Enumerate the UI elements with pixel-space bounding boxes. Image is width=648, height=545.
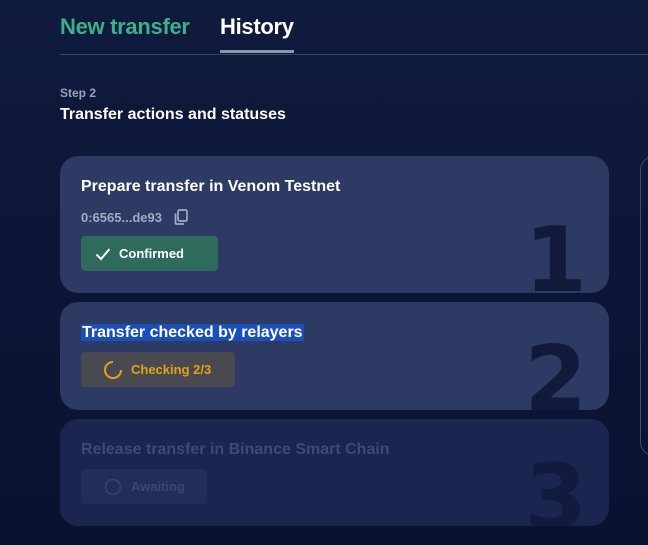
transaction-address[interactable]: 0:6565...de93 <box>81 210 162 225</box>
card-title: Transfer checked by relayers <box>81 324 304 342</box>
status-text: Awaiting <box>131 479 185 494</box>
step-number: 2 <box>524 327 587 411</box>
check-icon <box>95 247 111 260</box>
selected-text: Transfer checked by relayers <box>81 324 304 341</box>
step-label: Step 2 <box>60 86 97 100</box>
status-text: Checking 2/3 <box>131 362 212 377</box>
section-title: Transfer actions and statuses <box>60 106 286 123</box>
status-text: Confirmed <box>119 246 184 261</box>
page: New transfer History Step 2 Transfer act… <box>0 0 648 545</box>
tab-new-transfer[interactable]: New transfer <box>60 14 190 40</box>
status-badge-awaiting: Awaiting <box>81 469 207 504</box>
transfer-step-card-3: Release transfer in Binance Smart Chain … <box>60 419 609 526</box>
spinner-icon <box>104 360 122 379</box>
card-title: Release transfer in Binance Smart Chain <box>81 441 390 458</box>
status-badge-checking: Checking 2/3 <box>81 352 235 387</box>
address-row: 0:6565...de93 <box>81 208 190 226</box>
spinner-icon <box>104 478 122 495</box>
status-badge-confirmed: Confirmed <box>81 236 218 271</box>
tab-bar: New transfer History <box>60 0 648 55</box>
copy-icon[interactable] <box>172 208 190 226</box>
tab-history[interactable]: History <box>220 14 294 40</box>
step-number: 3 <box>524 445 587 527</box>
step-number: 1 <box>524 208 587 294</box>
side-panel <box>640 156 648 456</box>
transfer-step-card-1: Prepare transfer in Venom Testnet 0:6565… <box>60 156 609 293</box>
transfer-step-card-2: Transfer checked by relayers Checking 2/… <box>60 302 609 410</box>
active-tab-indicator <box>220 50 294 53</box>
card-title: Prepare transfer in Venom Testnet <box>81 178 341 195</box>
